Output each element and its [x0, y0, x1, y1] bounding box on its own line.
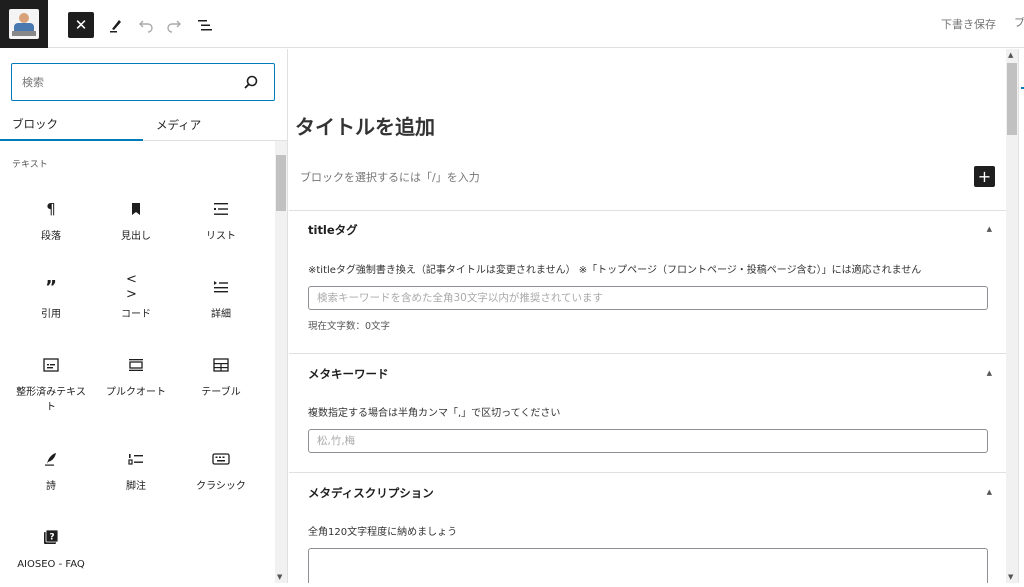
tab-blocks[interactable]: ブロック	[0, 109, 143, 141]
close-icon: ✕	[74, 16, 88, 34]
block-item-quote[interactable]: ” 引用	[10, 267, 92, 337]
list-icon	[211, 199, 231, 219]
block-item-label: 整形済みテキスト	[16, 387, 86, 413]
block-item-label: 見出し	[121, 231, 151, 242]
meta-description-textarea[interactable]	[308, 548, 988, 583]
block-inserter-panel: ブロック メディア テキスト ¶ 段落 見出し リスト ” 引用 < > コード…	[0, 49, 288, 583]
tab-media[interactable]: メディア	[143, 109, 286, 141]
editor-scrollbar[interactable]: ▲ ▼	[1006, 49, 1018, 583]
block-item-aioseo-faq[interactable]: ? AIOSEO - FAQ	[10, 517, 92, 587]
block-item-label: 脚注	[126, 481, 146, 492]
panel-title[interactable]: メタディスクリプション	[308, 485, 434, 501]
block-item-label: コード	[121, 309, 151, 320]
panel-title[interactable]: メタキーワード	[308, 366, 389, 382]
panel-title[interactable]: titleタグ	[308, 222, 358, 238]
block-item-code[interactable]: < > コード	[95, 267, 177, 337]
block-item-label: 詳細	[211, 309, 231, 320]
block-item-label: テーブル	[201, 387, 241, 398]
redo-icon	[167, 20, 181, 33]
block-item-table[interactable]: テーブル	[180, 345, 262, 415]
panel-description: 全角120文字程度に納めましょう	[308, 527, 458, 538]
preformatted-icon	[41, 355, 61, 375]
quote-icon: ”	[45, 276, 57, 298]
character-counter: 現在文字数：0文字	[308, 321, 391, 332]
block-item-verse[interactable]: 詩	[10, 439, 92, 509]
block-item-heading[interactable]: 見出し	[95, 189, 177, 259]
block-item-label: プルクオート	[106, 387, 166, 398]
meta-keywords-input[interactable]: 松,竹,梅	[308, 429, 988, 453]
block-appender-hint[interactable]: ブロックを選択するには「/」を入力	[300, 169, 480, 185]
verse-icon	[41, 449, 61, 469]
block-item-pullquote[interactable]: プルクオート	[95, 345, 177, 415]
title-tag-input[interactable]: 検索キーワードを含めた全角30文字以内が推奨されています	[308, 286, 988, 310]
block-item-list[interactable]: リスト	[180, 189, 262, 259]
panel-description: 複数指定する場合は半角カンマ「,」で区切ってください	[308, 408, 561, 419]
code-icon: < >	[126, 272, 137, 302]
block-item-preformatted[interactable]: 整形済みテキスト	[10, 345, 92, 415]
panel-description: ※titleタグ強制書き換え（記事タイトルは変更されません） ※「トップページ（…	[308, 265, 922, 276]
plus-icon: +	[977, 167, 992, 186]
meta-keywords-panel: メタキーワード ▲ 複数指定する場合は半角カンマ「,」で区切ってください 松,竹…	[289, 353, 1006, 472]
block-search	[11, 63, 275, 101]
close-inserter-button[interactable]: ✕	[68, 12, 94, 38]
scroll-up-arrow-icon[interactable]: ▲	[1008, 51, 1013, 59]
block-search-input[interactable]	[22, 73, 222, 91]
block-item-label: 詩	[46, 481, 56, 492]
list-view-icon	[198, 20, 212, 31]
category-label: テキスト	[12, 160, 48, 170]
block-item-label: AIOSEO - FAQ	[17, 559, 85, 570]
editor-header: ✕ 下書き保存 プ	[0, 0, 1024, 48]
preview-button[interactable]: プ	[1014, 14, 1024, 30]
save-draft-button[interactable]: 下書き保存	[941, 16, 996, 32]
block-item-label: クラシック	[196, 481, 246, 492]
svg-text:?: ?	[49, 533, 54, 543]
settings-sidebar-edge	[1018, 49, 1024, 583]
pen-icon	[110, 20, 121, 33]
inserter-tabs: ブロック メディア	[0, 109, 288, 141]
scroll-down-arrow-icon[interactable]: ▼	[1008, 573, 1013, 581]
block-item-classic[interactable]: クラシック	[180, 439, 262, 509]
details-icon	[211, 277, 231, 297]
block-item-footnotes[interactable]: 脚注	[95, 439, 177, 509]
scrollbar-thumb[interactable]	[276, 155, 286, 211]
add-block-button[interactable]: +	[974, 166, 995, 187]
block-item-details[interactable]: 詳細	[180, 267, 262, 337]
classic-icon	[211, 449, 231, 469]
undo-button[interactable]	[133, 12, 159, 38]
faq-icon: ?	[41, 527, 61, 547]
footnotes-icon	[126, 449, 146, 469]
collapse-caret-icon[interactable]: ▲	[987, 369, 992, 377]
document-overview-button[interactable]	[192, 12, 218, 38]
post-title-input[interactable]: タイトルを追加	[295, 111, 435, 140]
redo-button[interactable]	[161, 12, 187, 38]
block-item-label: 引用	[41, 309, 61, 320]
block-item-label: 段落	[41, 231, 61, 242]
tools-button[interactable]	[103, 12, 129, 38]
inserter-scrollbar[interactable]: ▼	[275, 141, 287, 583]
collapse-caret-icon[interactable]: ▲	[987, 488, 992, 496]
title-tag-panel: titleタグ ▲ ※titleタグ強制書き換え（記事タイトルは変更されません）…	[289, 210, 1006, 353]
paragraph-icon: ¶	[46, 200, 56, 218]
editor-canvas: タイトルを追加 ブロックを選択するには「/」を入力 + titleタグ ▲ ※t…	[289, 49, 1006, 583]
meta-description-panel: メタディスクリプション ▲ 全角120文字程度に納めましょう	[289, 472, 1006, 583]
site-icon	[9, 9, 39, 39]
scrollbar-thumb[interactable]	[1007, 63, 1017, 135]
site-logo-button[interactable]	[0, 0, 48, 48]
scroll-down-arrow-icon[interactable]: ▼	[277, 573, 282, 581]
block-item-label: リスト	[206, 231, 236, 242]
undo-icon	[139, 20, 153, 33]
heading-icon	[126, 199, 146, 219]
block-item-paragraph[interactable]: ¶ 段落	[10, 189, 92, 259]
pullquote-icon	[126, 355, 146, 375]
collapse-caret-icon[interactable]: ▲	[987, 225, 992, 233]
search-icon	[244, 75, 258, 89]
table-icon	[211, 355, 231, 375]
